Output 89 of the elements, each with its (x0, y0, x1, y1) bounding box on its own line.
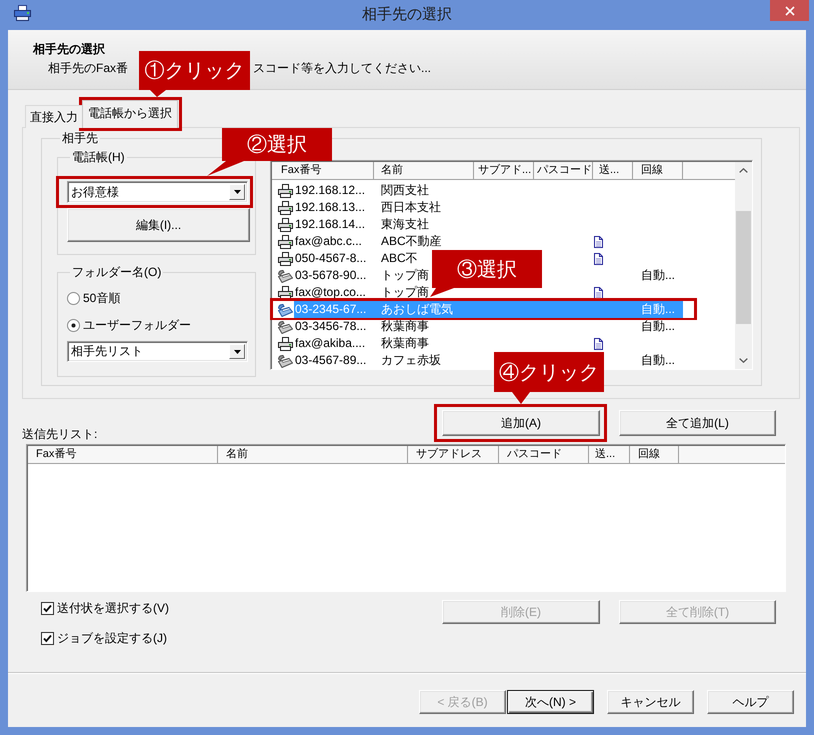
table-cell: 自動... (641, 301, 676, 318)
tooltip-pointer (512, 392, 530, 404)
group-label: 相手先 (61, 131, 99, 146)
table-cell: ABC不 (381, 250, 418, 267)
radio-label[interactable]: ユーザーフォルダー (83, 318, 191, 332)
section-label: 送信先リスト: (22, 427, 98, 441)
annotation-tooltip: ④クリック (494, 352, 604, 392)
printer-icon (278, 234, 293, 248)
table-cell: あおしば電気 (381, 301, 453, 318)
dialog-heading: 相手先の選択 (33, 42, 105, 57)
table-cell: ABC不動産 (381, 233, 442, 250)
table-cell: 03-3456-78... (295, 318, 366, 335)
printer-icon (14, 5, 31, 21)
table-cell: 192.168.13... (295, 199, 366, 216)
chevron-up-icon[interactable] (739, 168, 748, 173)
table-cell: トップ商 (381, 267, 429, 284)
chevron-down-icon[interactable] (739, 358, 748, 363)
window-title: 相手先の選択 (362, 5, 452, 25)
checkbox[interactable] (41, 602, 54, 614)
column-header[interactable]: パスコード (534, 162, 593, 179)
column-header[interactable]: Fax番号 (272, 162, 374, 179)
tab[interactable]: 電話帳から選択 (82, 100, 178, 128)
table-cell: 03-5678-90... (295, 267, 366, 284)
cancel-button[interactable]: キャンセル (607, 690, 694, 714)
close-button[interactable] (770, 0, 809, 21)
printer-icon (278, 218, 293, 232)
table-cell: 自動... (641, 318, 676, 335)
printer-icon (278, 286, 293, 300)
table-cell: fax@top.co... (295, 284, 366, 301)
column-header[interactable]: サブアド... (474, 162, 534, 179)
fax-machine-icon (278, 302, 293, 316)
add-all-button[interactable]: 全て追加(L) (619, 410, 776, 436)
printer-icon (278, 336, 293, 350)
table-cell: カフェ赤坂 (381, 352, 441, 369)
description-text: 相手先のFax番 (48, 61, 128, 76)
group-label: 電話帳(H) (71, 150, 126, 165)
scrollbar-thumb[interactable] (736, 211, 751, 324)
table-cell: 東海支社 (381, 216, 429, 233)
group-label: フォルダー名(O) (71, 265, 162, 280)
column-header[interactable]: 送... (593, 162, 633, 179)
column-header[interactable]: 回線 (633, 162, 683, 179)
column-header[interactable]: Fax番号 (28, 446, 218, 463)
tab[interactable]: 直接入力 (25, 105, 83, 128)
table-cell: トップ商 (381, 284, 429, 301)
printer-icon (278, 200, 293, 214)
table-cell: 自動... (641, 352, 676, 369)
folder-dropdown[interactable]: 相手先リスト (67, 341, 248, 362)
description-text: スコード等を入力してください... (253, 61, 432, 76)
table-cell: 192.168.14... (295, 216, 366, 233)
column-header[interactable]: サブアドレス (408, 446, 499, 463)
annotation-tooltip: ①クリック (139, 51, 250, 90)
column-header[interactable]: 名前 (218, 446, 408, 463)
fax-machine-icon (278, 354, 293, 368)
table-cell: 03-4567-89... (295, 352, 366, 369)
table-cell: 050-4567-8... (295, 250, 366, 267)
checkbox-label[interactable]: 送付状を選択する(V) (57, 601, 169, 615)
add-button[interactable]: 追加(A) (442, 410, 600, 436)
table-cell: 秋葉商事 (381, 318, 429, 335)
checkbox-label[interactable]: ジョブを設定する(J) (57, 631, 167, 645)
help-button[interactable]: ヘルプ (707, 690, 794, 714)
phonebook-dropdown[interactable]: お得意様 (67, 181, 248, 203)
radio-button[interactable] (67, 318, 80, 332)
table-cell: 192.168.12... (295, 182, 366, 199)
tooltip-pointer (207, 161, 244, 176)
table-cell: fax@akiba.... (295, 335, 366, 352)
fax-machine-icon (278, 268, 293, 282)
checkbox[interactable] (41, 632, 54, 644)
tooltip-pointer (150, 90, 166, 97)
printer-icon (278, 184, 293, 198)
column-header[interactable]: パスコード (499, 446, 589, 463)
close-icon (784, 6, 794, 16)
fax-machine-icon (278, 320, 293, 334)
radio-label[interactable]: 50音順 (83, 291, 120, 305)
table-cell: 西日本支社 (381, 199, 441, 216)
table-cell: fax@abc.c... (295, 233, 362, 250)
radio-button[interactable] (67, 292, 80, 304)
table-cell: 秋葉商事 (381, 335, 429, 352)
caret-down-icon[interactable] (234, 190, 240, 194)
caret-down-icon[interactable] (234, 350, 240, 354)
table-cell: 自動... (641, 267, 676, 284)
column-header[interactable]: 回線 (630, 446, 679, 463)
column-header[interactable]: 送... (589, 446, 630, 463)
table-cell: 関西支社 (381, 182, 429, 199)
edit-button[interactable]: 編集(I)... (67, 208, 250, 242)
tooltip-pointer (430, 288, 454, 297)
printer-icon (278, 252, 293, 266)
next-button[interactable]: 次へ(N) > (507, 690, 594, 714)
table-cell: 03-2345-67... (295, 301, 366, 318)
column-header[interactable]: 名前 (374, 162, 474, 179)
